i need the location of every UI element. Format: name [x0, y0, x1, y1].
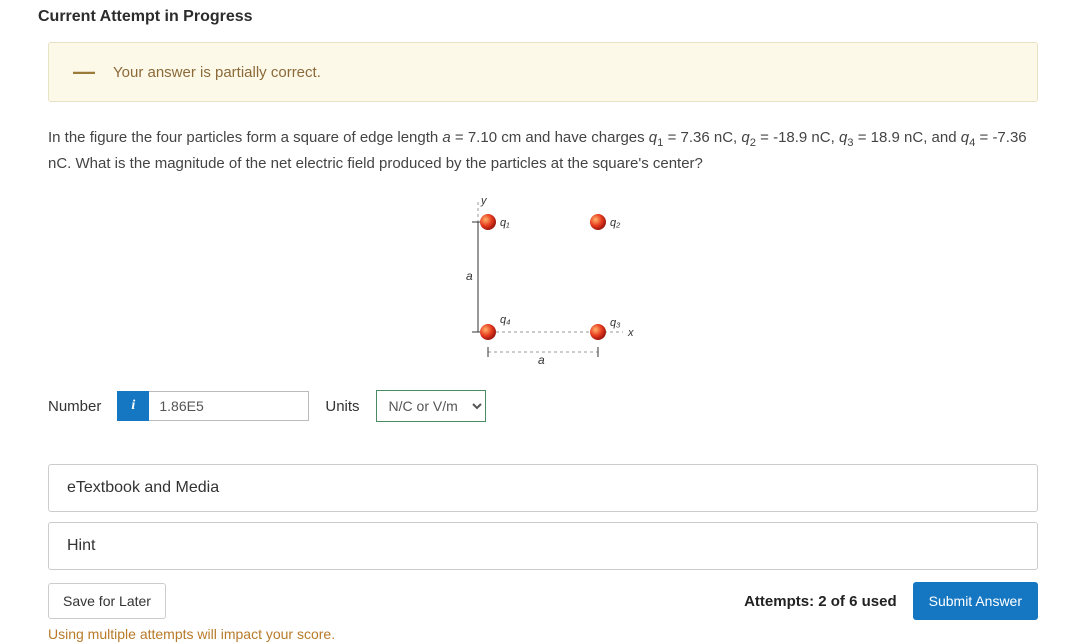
particle-q2: [590, 214, 606, 230]
particle-q4: [480, 324, 496, 340]
number-input[interactable]: [149, 391, 309, 421]
answer-row: Number i Units N/C or V/m: [48, 390, 1038, 422]
svg-text:a: a: [466, 269, 473, 283]
particle-q3: [590, 324, 606, 340]
submit-answer-button[interactable]: Submit Answer: [913, 582, 1038, 620]
particle-figure-svg: y x a a q₁ q₂ q₃ q₄: [428, 192, 658, 372]
save-for-later-button[interactable]: Save for Later: [48, 583, 166, 619]
attempts-warning: Using multiple attempts will impact your…: [48, 626, 1038, 642]
attempt-heading: Current Attempt in Progress: [38, 0, 1038, 42]
number-label: Number: [48, 398, 101, 415]
hint-panel[interactable]: Hint: [48, 522, 1038, 570]
feedback-text: Your answer is partially correct.: [113, 64, 321, 81]
etextbook-panel[interactable]: eTextbook and Media: [48, 464, 1038, 512]
units-label: Units: [325, 398, 359, 415]
partial-icon: —: [73, 61, 95, 83]
question-text: In the figure the four particles form a …: [48, 126, 1038, 176]
question-figure: y x a a q₁ q₂ q₃ q₄: [48, 192, 1038, 372]
svg-text:q₁: q₁: [500, 217, 510, 229]
feedback-banner: — Your answer is partially correct.: [48, 42, 1038, 102]
svg-text:q₄: q₄: [500, 314, 511, 326]
svg-text:q₃: q₃: [610, 317, 621, 329]
svg-text:y: y: [480, 195, 488, 207]
units-select[interactable]: N/C or V/m: [376, 390, 486, 422]
attempts-text: Attempts: 2 of 6 used: [744, 593, 897, 610]
particle-q1: [480, 214, 496, 230]
svg-text:a: a: [538, 353, 545, 367]
info-button[interactable]: i: [117, 391, 149, 421]
svg-text:q₂: q₂: [610, 217, 621, 229]
svg-text:x: x: [627, 327, 634, 339]
